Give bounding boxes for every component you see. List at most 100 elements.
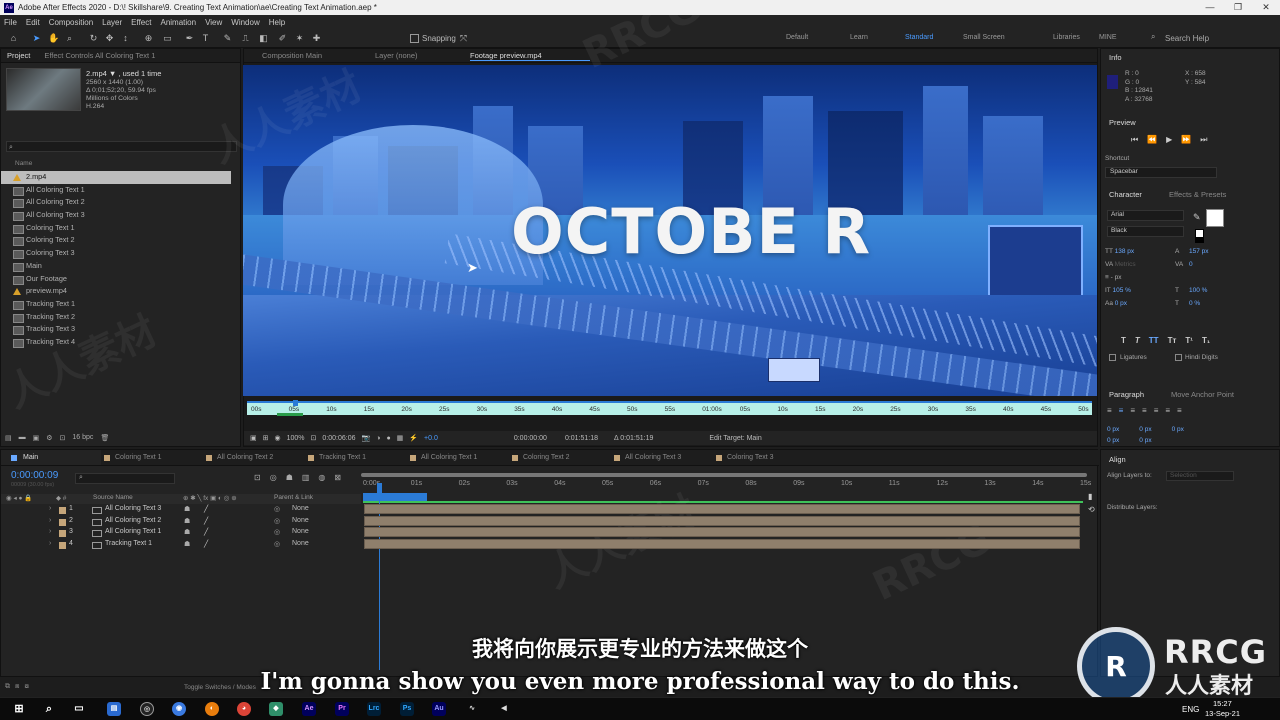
timeline-tab-coloring-text-1[interactable]: Coloring Text 1 [101,450,203,465]
brush-tool-icon[interactable]: ✎ [222,33,233,44]
prev-frame-icon[interactable]: ⏪ [1147,135,1157,145]
timeline-layer-row[interactable]: › 3 All Coloring Text 1 ☗ ╱ ◎ None [1,528,361,539]
hand-tool-icon[interactable]: ✋ [48,33,59,44]
move-anchor-tab[interactable]: Move Anchor Point [1171,390,1234,399]
baseline-shift-value[interactable]: 0 px [1115,300,1127,307]
font-family-dropdown[interactable]: Arial [1107,210,1184,221]
out-point-display[interactable]: 0:01:51:18 [565,435,598,442]
timeline-tab-coloring-text-3[interactable]: Coloring Text 3 [713,450,815,465]
restore-button[interactable]: ❐ [1224,0,1252,15]
next-frame-icon[interactable]: ⏩ [1181,135,1191,145]
project-item-our-footage[interactable]: Our Footage [1,273,231,286]
pickwhip-icon[interactable]: ◎ [274,517,280,525]
footage-viewer[interactable]: OCTOBE R ➤ [243,65,1097,396]
vertical-scale-value[interactable]: 105 % [1112,287,1130,294]
layer-duration-bar[interactable] [364,527,1080,537]
parent-link-header[interactable]: Parent & Link [274,494,313,501]
chrome-icon[interactable]: ◕ [237,702,251,716]
show-channel-icon[interactable]: ◑ [376,435,380,442]
close-button[interactable]: ✕ [1252,0,1280,15]
audition-taskbar-icon[interactable]: Au [432,702,446,716]
work-area-bar[interactable] [361,473,1087,477]
layer-duration-bar[interactable] [364,504,1080,514]
menu-animation[interactable]: Animation [160,18,196,27]
timeline-tab-all-coloring-text-3[interactable]: All Coloring Text 3 [611,450,713,465]
audio-wave-icon[interactable]: ∿ [465,702,479,716]
workspace-learn[interactable]: Learn [850,34,905,41]
zoom-tool-icon[interactable]: ⌕ [64,33,75,44]
ligatures-checkbox[interactable] [1109,354,1116,361]
puppet-tool-icon[interactable]: ✶ [294,33,305,44]
justify-left-icon[interactable]: ≡ [1142,406,1147,415]
tab-effect-controls[interactable]: Effect Controls All Coloring Text 1 [44,51,155,60]
app-icon[interactable]: ◆ [269,702,283,716]
timeline-tab-all-coloring-text-2[interactable]: All Coloring Text 2 [203,450,305,465]
tab-composition-main[interactable]: Composition Main [250,51,375,60]
in-point-display[interactable]: 0:00:00:00 [514,435,547,442]
search-icon[interactable]: ⌕ [42,702,56,716]
space-after-value[interactable]: 0 px [1139,437,1151,444]
grid-icon[interactable]: ⊡ [311,434,317,442]
align-left-icon[interactable]: ≡ [1107,406,1112,415]
indent-left-value[interactable]: 0 px [1107,426,1119,433]
clock-time[interactable]: 15:27 [1213,699,1232,708]
menu-file[interactable]: File [4,18,17,27]
shy-layers-icon[interactable]: ☗ [286,473,293,482]
october-title-text[interactable]: OCTOBE R [511,195,871,268]
effects-presets-tab[interactable]: Effects & Presets [1169,190,1226,199]
layer-name[interactable]: All Coloring Text 1 [105,528,161,535]
expand-arrow-icon[interactable]: › [49,540,51,547]
all-caps-icon[interactable]: TT [1149,336,1159,345]
dolly-tool-icon[interactable]: ↕ [120,33,131,44]
tracking-value[interactable]: 0 [1189,258,1193,271]
expand-arrow-icon[interactable]: › [49,528,51,535]
tsume-value[interactable]: 0 % [1189,297,1200,310]
info-panel-title[interactable]: Info [1109,53,1122,62]
mask-tool-icon[interactable]: ▭ [162,33,173,44]
menu-layer[interactable]: Layer [102,18,122,27]
flowchart-icon[interactable]: ⊡ [60,434,66,442]
after-effects-taskbar-icon[interactable]: Ae [302,702,316,716]
last-frame-icon[interactable]: ⏭ [1200,135,1207,145]
preview-panel-title[interactable]: Preview [1109,118,1136,127]
label-color-swatch[interactable] [59,541,66,549]
expand-arrow-icon[interactable]: › [49,517,51,524]
leading-value[interactable]: 157 px [1189,245,1209,258]
snapshot-icon[interactable]: 📷 [361,434,370,442]
quality-switch-icon[interactable]: ╱ [204,528,208,536]
workspace-standard[interactable]: Standard [905,34,963,41]
align-to-dropdown[interactable]: Selection [1166,471,1234,481]
layer-duration-bar[interactable] [364,538,1080,549]
task-view-icon[interactable]: ▭ [72,702,86,716]
fill-color-swatch[interactable] [1206,209,1224,227]
first-line-indent-value[interactable]: 0 px [1172,426,1184,433]
timeline-layer-row[interactable]: › 4 Tracking Text 1 ☗ ╱ ◎ None [1,540,361,551]
menu-effect[interactable]: Effect [131,18,151,27]
parent-dropdown[interactable]: None [292,540,309,547]
project-item-preview-mp4[interactable]: preview.mp4 [1,285,231,298]
footage-time-ruler[interactable]: 00s 05s 10s 15s 20s 25s 30s 35s 40s 45s 50s 55s 01:0… [247,400,1092,416]
shy-switch-icon[interactable]: ☗ [184,528,190,536]
first-frame-icon[interactable]: ⏮ [1131,135,1138,145]
color-icon[interactable]: ● [386,435,390,442]
align-right-icon[interactable]: ≡ [1130,406,1135,415]
subscript-icon[interactable]: T₁ [1202,336,1210,345]
label-color-swatch[interactable] [59,507,66,514]
shy-switch-icon[interactable]: ☗ [184,517,190,525]
tab-footage[interactable]: Footage preview.mp4 [470,51,590,61]
project-item-coloring-text-3[interactable]: Coloring Text 3 [1,247,231,260]
work-area-range[interactable] [363,493,427,501]
label-color-swatch[interactable] [59,518,66,526]
shy-switch-icon[interactable]: ☗ [184,540,190,548]
workspace-small-screen[interactable]: Small Screen [963,34,1053,41]
lightroom-taskbar-icon[interactable]: Lrc [367,702,381,716]
quality-switch-icon[interactable]: ╱ [204,540,208,548]
font-size-value[interactable]: 138 px [1115,248,1135,255]
timeline-layer-row[interactable]: › 2 All Coloring Text 2 ☗ ╱ ◎ None [1,517,361,528]
eyedropper-icon[interactable]: ✎ [1193,212,1201,223]
pickwhip-icon[interactable]: ◎ [274,540,280,548]
mask-visibility-icon[interactable]: ◉ [275,434,281,442]
faux-italic-icon[interactable]: T [1135,336,1140,345]
timeline-time-ruler[interactable]: 0:00s 01s 02s 03s 04s 05s 06s 07s 08s 09s 10s 11s 12… [361,475,1091,495]
timeline-search-input[interactable]: ⌕ [75,473,175,484]
